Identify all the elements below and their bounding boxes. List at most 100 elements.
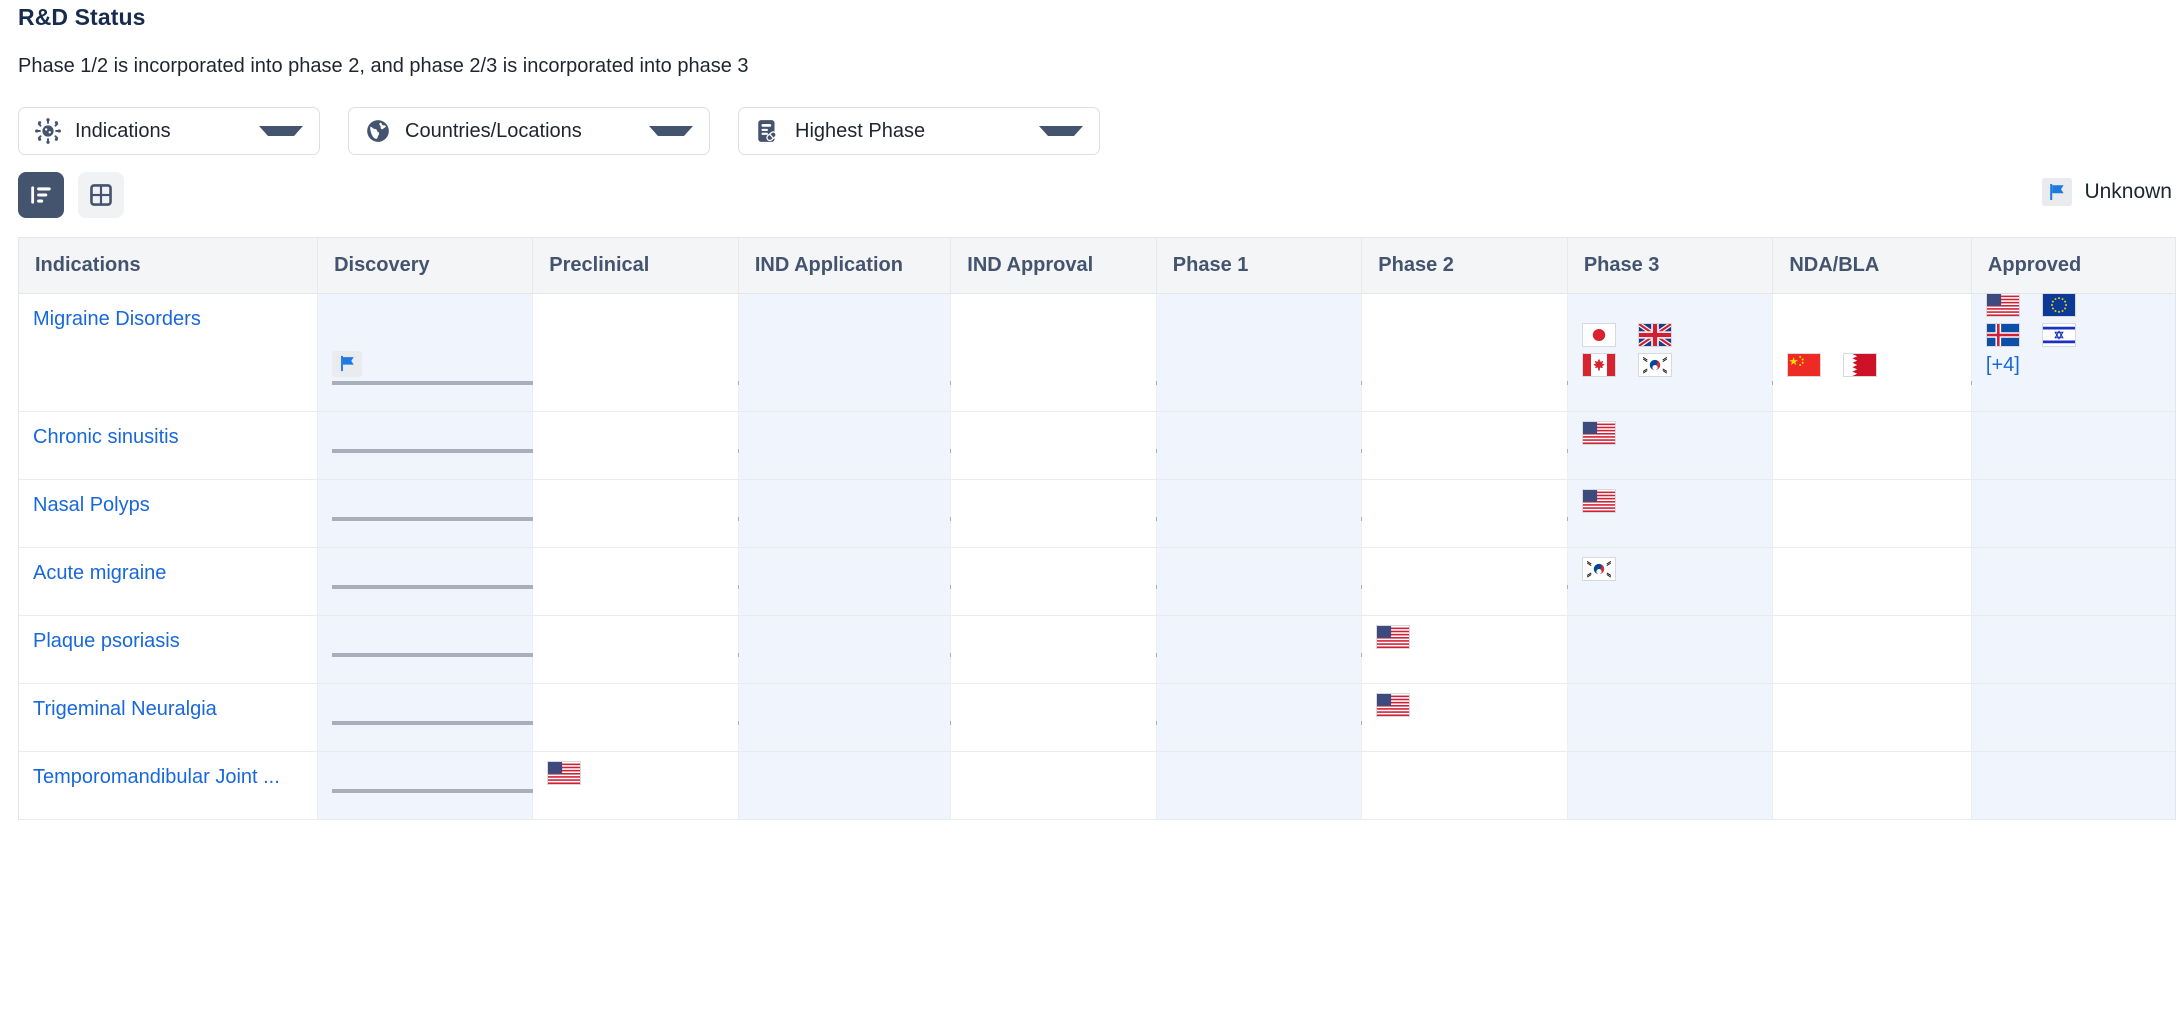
table-row: Acute migraine <box>19 547 2175 616</box>
phase-cell <box>532 479 739 548</box>
flag-ca[interactable] <box>1581 353 1638 377</box>
column-header-ind-application[interactable]: IND Application <box>738 238 952 294</box>
table-header: Indications Discovery Preclinical IND Appli… <box>19 238 2175 294</box>
phase-cell <box>1971 479 2175 548</box>
flag-group <box>1581 548 1767 615</box>
chevron-down-icon <box>259 126 303 136</box>
phase-cell <box>317 683 1558 752</box>
rd-status-table: Indications Discovery Preclinical IND Appli… <box>19 238 2175 820</box>
phase-cell <box>738 751 952 820</box>
filter-countries[interactable]: Countries/Locations <box>348 107 710 155</box>
legend-unknown: Unknown <box>2042 178 2172 206</box>
indication-cell: Chronic sinusitis <box>19 411 319 480</box>
indication-cell: Temporomandibular Joint ... <box>19 751 319 820</box>
flag-israel-icon <box>2041 323 2076 347</box>
column-header-phase-2[interactable]: Phase 2 <box>1361 238 1568 294</box>
legend-label: Unknown <box>2084 180 2172 203</box>
table-header-row: Indications Discovery Preclinical IND Appli… <box>19 238 2175 294</box>
indication-link[interactable]: Nasal Polyps <box>19 480 150 517</box>
phase-cell <box>1971 547 2175 616</box>
indication-link[interactable]: Migraine Disorders <box>19 294 201 331</box>
filter-countries-label: Countries/Locations <box>405 119 582 142</box>
more-countries-link[interactable]: [+4] <box>1986 353 2042 377</box>
column-header-phase-3[interactable]: Phase 3 <box>1567 238 1774 294</box>
flag-gb[interactable] <box>1637 323 1694 347</box>
view-toggle-grid[interactable] <box>78 172 124 218</box>
flag-unknown[interactable] <box>332 350 388 378</box>
phase-cell <box>1361 479 1568 548</box>
page-title: R&D Status <box>18 4 146 30</box>
indication-link[interactable]: Plaque psoriasis <box>19 616 180 653</box>
phase-cell <box>1361 293 1568 412</box>
phase-cell <box>317 547 1764 616</box>
phase-cell <box>1772 411 1972 480</box>
indication-link[interactable]: Acute migraine <box>19 548 166 585</box>
flag-kr[interactable] <box>1637 353 1694 377</box>
phase-cell <box>738 293 952 412</box>
flag-us[interactable] <box>1581 421 1638 445</box>
flag-us[interactable] <box>547 761 603 785</box>
phase-cell <box>1971 683 2175 752</box>
column-header-nda-bla[interactable]: NDA/BLA <box>1772 238 1972 294</box>
phase-cell <box>1361 547 1568 616</box>
phase-cell <box>1361 751 1568 820</box>
phase-cell <box>1567 547 1774 616</box>
filter-highest-phase[interactable]: Highest Phase <box>738 107 1100 155</box>
table-row: Trigeminal Neuralgia <box>19 683 2175 752</box>
indication-cell: Acute migraine <box>19 547 319 616</box>
flag-cn[interactable] <box>1787 353 1843 377</box>
flag-jp[interactable] <box>1581 323 1638 347</box>
phase-cell <box>1361 615 1568 684</box>
indication-link[interactable]: Chronic sinusitis <box>19 412 179 449</box>
flag-us[interactable] <box>1376 693 1432 717</box>
column-header-indications[interactable]: Indications <box>19 238 319 294</box>
flag-us-icon <box>1985 293 2020 317</box>
indication-link[interactable]: Temporomandibular Joint ... <box>19 752 280 789</box>
view-toggle-list[interactable] <box>18 172 64 218</box>
flag-bh[interactable] <box>1843 353 1899 377</box>
table-row: Temporomandibular Joint ... <box>19 751 2175 820</box>
table-row: Chronic sinusitis <box>19 411 2175 480</box>
phase-cell <box>738 547 952 616</box>
phase-cell <box>1361 411 1568 480</box>
flag-il[interactable] <box>2041 323 2098 347</box>
column-header-discovery[interactable]: Discovery <box>317 238 534 294</box>
flag-kr[interactable] <box>1581 557 1638 581</box>
flag-group <box>1581 412 1767 479</box>
column-header-ind-approval[interactable]: IND Approval <box>950 238 1157 294</box>
flag-us[interactable] <box>1581 489 1638 513</box>
phase-cell <box>317 751 729 820</box>
indication-link[interactable]: Trigeminal Neuralgia <box>19 684 217 721</box>
view-toggle-group <box>18 172 124 218</box>
flag-us-icon <box>1581 421 1616 445</box>
phase-cell <box>950 615 1157 684</box>
phase-cell <box>1772 293 1972 412</box>
phase-cell <box>1567 479 1774 548</box>
phase-cell <box>950 411 1157 480</box>
phase-cell <box>317 411 1764 480</box>
flag-south-korea-icon <box>1581 557 1616 581</box>
phase-cell <box>1156 479 1363 548</box>
phase-cell <box>317 293 2168 412</box>
page-subtitle: Phase 1/2 is incorporated into phase 2, … <box>18 55 749 77</box>
phase-cell <box>317 615 1558 684</box>
phase-cell <box>738 683 952 752</box>
rd-status-table-wrapper: Indications Discovery Preclinical IND Appli… <box>18 237 2176 820</box>
column-header-approved[interactable]: Approved <box>1971 238 2175 294</box>
globe-icon <box>367 120 389 142</box>
flag-us[interactable] <box>1376 625 1432 649</box>
phase-cell <box>1156 683 1363 752</box>
filter-indications[interactable]: Indications <box>18 107 320 155</box>
phase-cell <box>1156 293 1363 412</box>
document-pill-icon <box>758 120 777 142</box>
column-header-preclinical[interactable]: Preclinical <box>532 238 739 294</box>
phase-cell: [+4] <box>1971 293 2175 412</box>
phase-cell <box>1772 683 1972 752</box>
phase-cell <box>1567 615 1774 684</box>
flag-us[interactable] <box>1985 293 2042 317</box>
flag-is[interactable] <box>1985 323 2042 347</box>
chevron-down-icon <box>649 126 693 136</box>
flag-eu[interactable] <box>2041 293 2098 317</box>
table-row: Nasal Polyps <box>19 479 2175 548</box>
column-header-phase-1[interactable]: Phase 1 <box>1156 238 1363 294</box>
